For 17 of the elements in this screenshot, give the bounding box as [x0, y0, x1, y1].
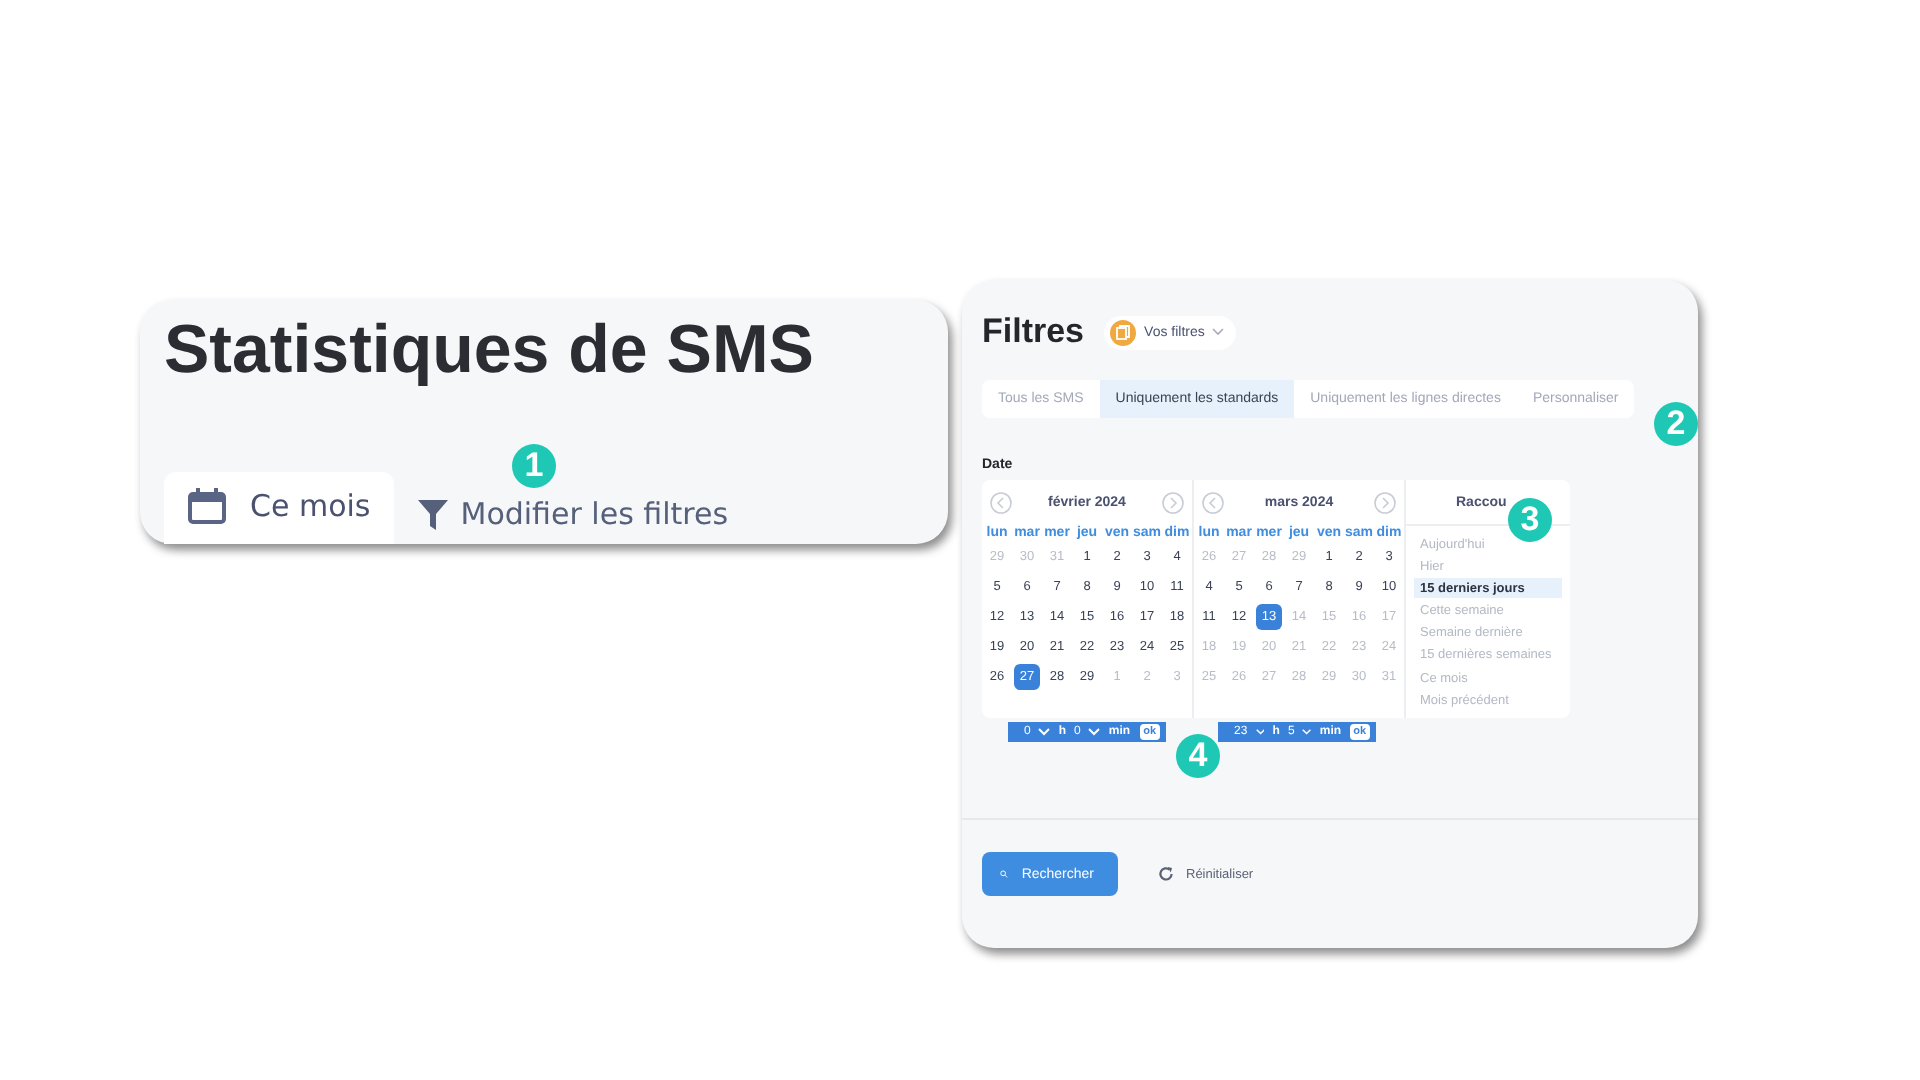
filter-icon	[418, 499, 449, 529]
caret-icon	[1212, 328, 1225, 336]
period-button[interactable]: Ce mois	[164, 472, 395, 544]
chevron-icon	[1255, 728, 1265, 737]
next-month-icon[interactable]	[1161, 492, 1184, 514]
copy-icon	[1110, 319, 1137, 345]
previous-month-icon[interactable]	[990, 492, 1012, 514]
chevron-icon	[1302, 728, 1312, 737]
chevron-icon	[1088, 728, 1101, 737]
edit-filters-link[interactable]: Modifier les filtres	[418, 496, 729, 532]
chevron-icon	[1038, 728, 1051, 737]
next-month-icon[interactable]	[1373, 492, 1396, 514]
refresh-icon	[1158, 866, 1174, 883]
calendar-icon	[188, 488, 226, 524]
panel-title: Filtres	[982, 312, 1085, 352]
page-title: Statistiques de SMS	[164, 312, 816, 390]
previous-month-icon[interactable]	[1202, 492, 1224, 514]
